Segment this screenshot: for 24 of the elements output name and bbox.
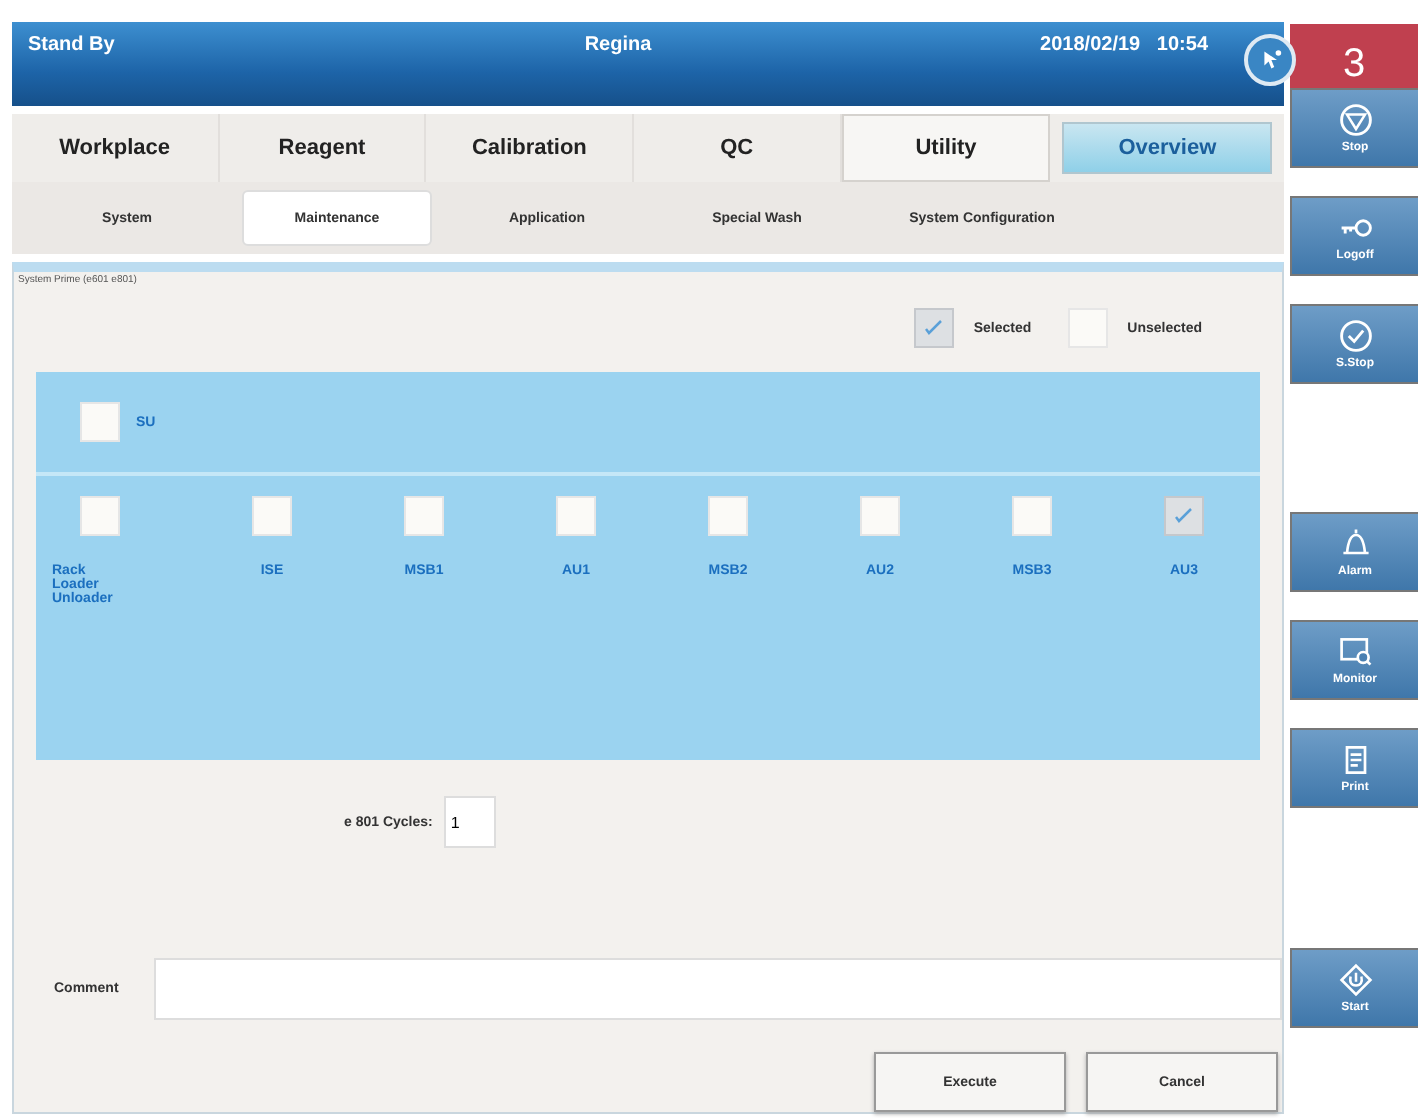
unit-checkbox[interactable] [252,496,292,537]
unit-checkbox[interactable] [556,496,596,537]
tab[interactable]: Utility [841,113,1051,183]
unit-checkbox[interactable] [860,496,900,537]
monitor-magnifier-icon [1337,634,1373,670]
check-icon [923,318,944,339]
stop-icon [1337,102,1373,138]
unit-checkbox[interactable] [708,496,748,537]
comment-field[interactable] [154,958,1282,1021]
help-button[interactable] [1244,34,1296,86]
cycles-field[interactable]: 1 [444,796,497,849]
power-diamond-icon [1337,962,1373,998]
status-text: Stand By [28,34,117,56]
check-icon [1174,506,1194,527]
unit-checkbox[interactable] [1012,496,1052,537]
unit-checkbox[interactable] [1164,496,1204,537]
unit-checkbox[interactable] [404,496,444,537]
legend-checkbox[interactable] [913,308,954,349]
date-time: 2018/02/19 10:54 [1038,34,1209,56]
unit-checkbox[interactable] [80,402,120,443]
mode-text: Regina [582,34,654,56]
check-circle-icon [1337,318,1373,354]
overview-button[interactable]: Overview [1062,121,1273,175]
unit-checkbox[interactable] [80,496,120,537]
